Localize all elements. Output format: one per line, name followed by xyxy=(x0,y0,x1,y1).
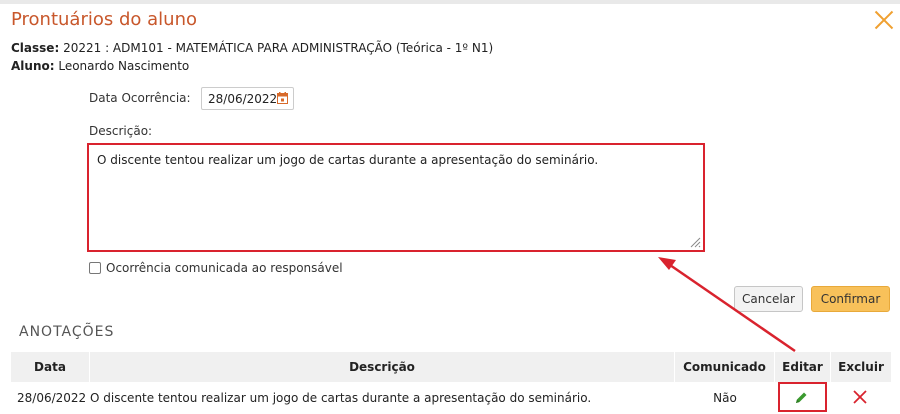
calendar-icon[interactable] xyxy=(277,92,288,104)
window-top-strip xyxy=(0,0,900,4)
pencil-icon[interactable] xyxy=(793,390,809,406)
row-comunicado: Não xyxy=(713,391,737,405)
header-editar: Editar xyxy=(775,352,831,382)
aluno-label: Aluno: xyxy=(11,59,55,73)
row-descricao: O discente tentou realizar um jogo de ca… xyxy=(90,391,592,405)
classe-value: 20221 : ADM101 - MATEMÁTICA PARA ADMINIS… xyxy=(63,41,494,55)
classe-label: Classe: xyxy=(11,41,60,55)
close-icon[interactable] xyxy=(853,390,867,404)
header-comunicado[interactable]: Comunicado xyxy=(675,352,775,382)
aluno-value: Leonardo Nascimento xyxy=(58,59,190,73)
date-value: 28/06/2022 xyxy=(208,92,278,106)
header-data[interactable]: Data xyxy=(11,352,90,382)
description-textarea[interactable]: O discente tentou realizar um jogo de ca… xyxy=(87,143,705,252)
notes-table-header: Data Descrição Comunicado Editar Excluir xyxy=(11,352,891,382)
dialog-title: Prontuários do aluno xyxy=(11,9,197,30)
row-data: 28/06/2022 xyxy=(17,391,87,405)
notes-section-title: ANOTAÇÕES xyxy=(19,324,115,340)
header-excluir: Excluir xyxy=(838,360,884,374)
resize-grip-icon[interactable] xyxy=(689,236,701,248)
cancel-button[interactable]: Cancelar xyxy=(734,286,803,312)
date-field[interactable]: 28/06/2022 xyxy=(201,87,294,110)
communicated-checkbox-label[interactable]: Ocorrência comunicada ao responsável xyxy=(106,261,343,275)
description-label: Descrição: xyxy=(89,124,153,138)
header-descricao[interactable]: Descrição xyxy=(90,352,675,382)
classe-line: Classe: 20221 : ADM101 - MATEMÁTICA PARA… xyxy=(11,41,493,55)
confirm-button[interactable]: Confirmar xyxy=(811,286,890,312)
aluno-line: Aluno: Leonardo Nascimento xyxy=(11,59,189,73)
close-icon[interactable] xyxy=(872,8,896,32)
table-row: 28/06/2022 O discente tentou realizar um… xyxy=(11,382,891,414)
date-label: Data Ocorrência: xyxy=(89,91,191,105)
communicated-checkbox[interactable] xyxy=(89,262,101,274)
description-text: O discente tentou realizar um jogo de ca… xyxy=(97,153,599,167)
